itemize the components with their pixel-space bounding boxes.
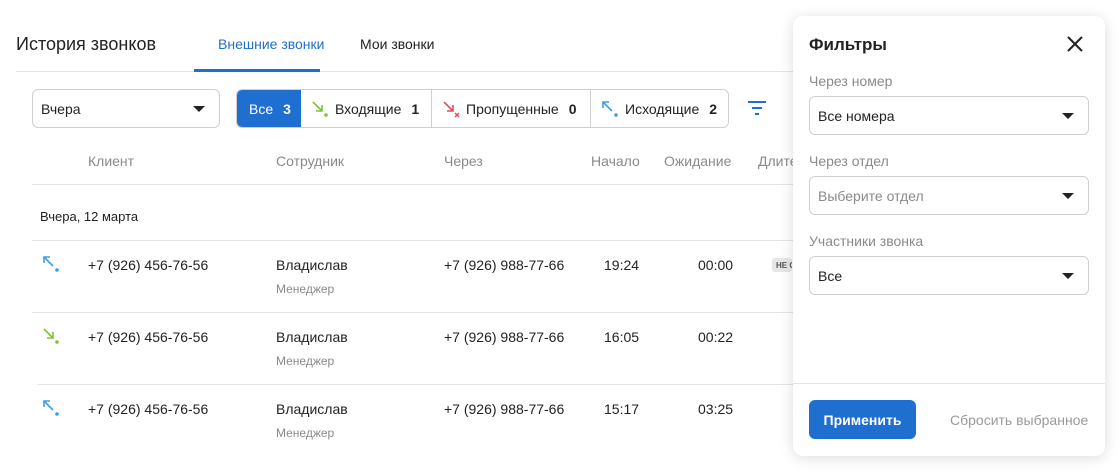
segment-outgoing-label: Исходящие (625, 100, 700, 117)
row-employee: Владислав (276, 401, 348, 417)
tab-external-calls[interactable]: Внешние звонки (218, 36, 324, 52)
row-role: Менеджер (276, 354, 335, 368)
department-select[interactable]: Выберите отдел (809, 176, 1089, 215)
segment-all-label: Все (249, 100, 274, 117)
segment-outgoing-count: 2 (709, 100, 718, 117)
divider (38, 384, 802, 385)
divider (793, 383, 1105, 384)
filters-title: Фильтры (809, 35, 887, 54)
department-select-placeholder: Выберите отдел (818, 188, 924, 204)
incoming-call-icon (43, 328, 59, 344)
page-title: История звонков (16, 34, 157, 54)
participants-select[interactable]: Все (809, 256, 1089, 295)
column-employee[interactable]: Сотрудник (276, 153, 344, 169)
filters-panel: Фильтры Через номер Все номера Через отд… (793, 16, 1105, 456)
row-client[interactable]: +7 (926) 456-76-56 (88, 329, 208, 345)
column-client[interactable]: Клиент (88, 153, 134, 169)
group-label: Вчера, 12 марта (40, 209, 139, 224)
row-wait: 03:25 (698, 401, 734, 417)
segment-incoming-label: Входящие (335, 100, 402, 117)
number-select-value: Все номера (818, 108, 895, 124)
column-via[interactable]: Через (444, 153, 483, 169)
outgoing-call-icon (43, 400, 59, 416)
column-start[interactable]: Начало (591, 153, 640, 169)
column-duration[interactable]: Длите (758, 153, 798, 169)
chevron-down-icon (1062, 193, 1074, 199)
segment-missed-count: 0 (568, 100, 577, 117)
row-wait: 00:22 (698, 329, 734, 345)
outgoing-call-icon (43, 256, 59, 272)
call-type-segments: Все 3 Входящие 1 Пропущенные 0 Исходящие… (236, 89, 729, 128)
chevron-down-icon (1062, 113, 1074, 119)
segment-all[interactable]: Все 3 (237, 90, 301, 127)
segment-all-count: 3 (283, 100, 291, 117)
segment-missed-label: Пропущенные (466, 100, 559, 117)
active-tab-indicator (194, 69, 320, 72)
chevron-down-icon (193, 106, 205, 112)
date-select-value: Вчера (41, 101, 81, 117)
participants-select-value: Все (818, 268, 843, 284)
chevron-down-icon (1062, 273, 1074, 279)
missed-call-icon (443, 100, 460, 117)
row-via: +7 (926) 988-77-66 (444, 329, 565, 345)
row-start: 19:24 (604, 257, 640, 273)
row-start: 16:05 (604, 329, 640, 345)
reset-button[interactable]: Сбросить выбранное (950, 412, 1088, 428)
column-wait[interactable]: Ожидание (664, 153, 731, 169)
tab-my-calls[interactable]: Мои звонки (360, 36, 434, 52)
outgoing-call-icon (602, 100, 618, 117)
number-select[interactable]: Все номера (809, 96, 1089, 135)
divider (32, 184, 802, 185)
row-employee: Владислав (276, 329, 348, 345)
segment-incoming-count: 1 (411, 100, 420, 117)
segment-incoming[interactable]: Входящие 1 (301, 90, 432, 127)
apply-button[interactable]: Применить (809, 400, 916, 439)
divider (32, 312, 802, 313)
number-label: Через номер (809, 73, 893, 89)
divider (32, 240, 802, 241)
row-via: +7 (926) 988-77-66 (444, 401, 565, 417)
row-start: 15:17 (604, 401, 640, 417)
status-badge: НЕ О (772, 258, 792, 272)
row-employee: Владислав (276, 257, 348, 273)
incoming-call-icon (312, 100, 328, 117)
segment-missed[interactable]: Пропущенные 0 (432, 90, 591, 127)
date-select[interactable]: Вчера (32, 89, 220, 128)
close-icon[interactable] (1065, 34, 1085, 54)
row-via: +7 (926) 988-77-66 (444, 257, 565, 273)
filter-icon[interactable] (746, 100, 768, 116)
row-client[interactable]: +7 (926) 456-76-56 (88, 401, 208, 417)
segment-outgoing[interactable]: Исходящие 2 (591, 90, 728, 127)
participants-label: Участники звонка (809, 233, 924, 249)
row-client[interactable]: +7 (926) 456-76-56 (88, 257, 208, 273)
row-role: Менеджер (276, 426, 335, 440)
department-label: Через отдел (809, 153, 889, 169)
row-wait: 00:00 (698, 257, 734, 273)
row-role: Менеджер (276, 282, 335, 296)
